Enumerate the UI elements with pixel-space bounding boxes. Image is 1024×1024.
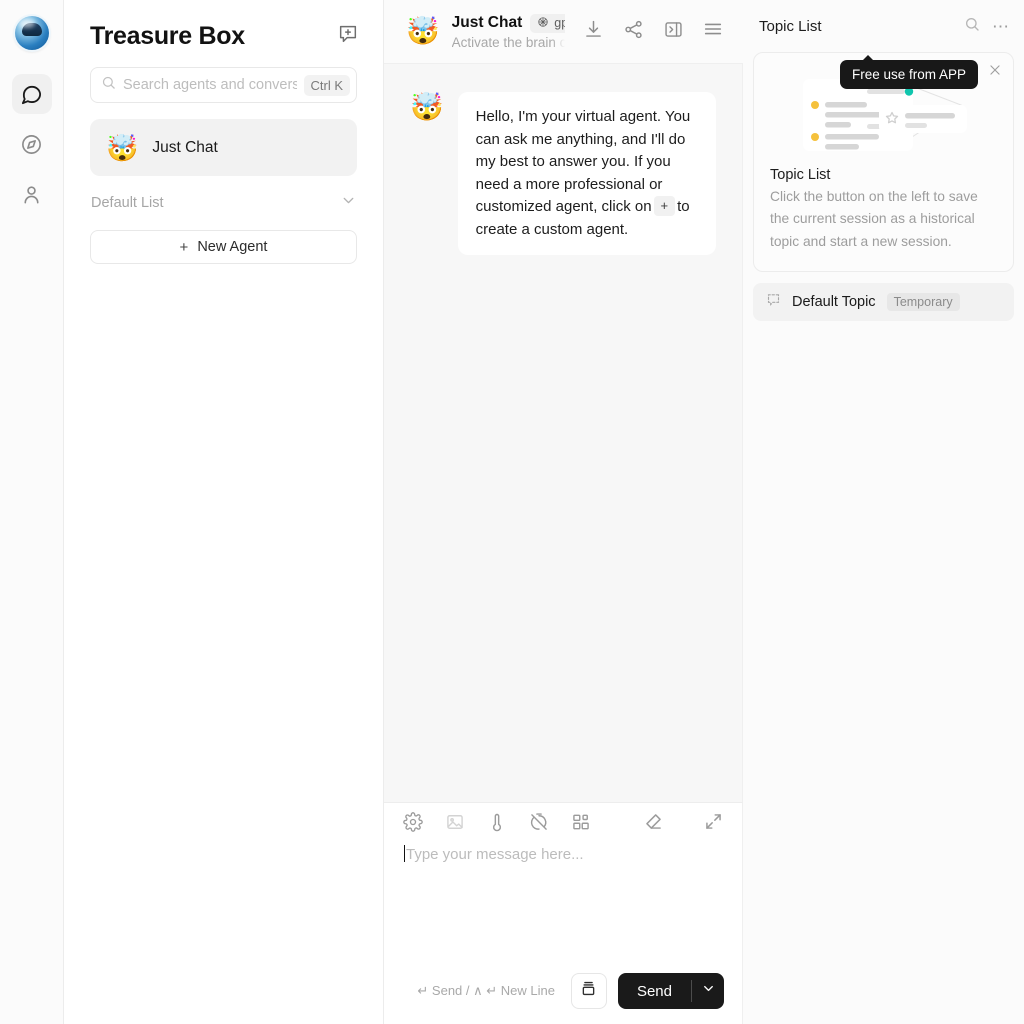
message-list: 🤯 Hello, I'm your virtual agent. You can… [384, 64, 743, 802]
composer: Type your message here... ↵ Send / ∧ ↵ N… [384, 802, 743, 1024]
share-button[interactable] [617, 16, 649, 48]
message-item: 🤯 Hello, I'm your virtual agent. You can… [410, 92, 716, 255]
agent-group-label: Default List [91, 195, 164, 211]
composer-footer: ↵ Send / ∧ ↵ New Line Send [384, 966, 742, 1024]
chevron-down-icon [701, 981, 716, 1001]
openai-model-icon [537, 16, 549, 31]
chevron-down-icon [340, 192, 357, 214]
topic-panel-header: Topic List ⋯ [743, 0, 1024, 52]
sidebar-header: Treasure Box [64, 0, 383, 67]
topic-search-button[interactable] [960, 14, 984, 38]
topic-placeholder-icon [766, 292, 781, 312]
icon-rail [0, 0, 64, 1024]
chat-header-avatar: 🤯 [406, 16, 440, 46]
promo-title: Topic List [770, 167, 831, 183]
close-icon [988, 64, 1002, 81]
clear-button[interactable] [642, 813, 664, 835]
page-title: Treasure Box [90, 22, 245, 50]
plugins-icon [571, 812, 591, 837]
history-off-button[interactable] [528, 812, 550, 837]
expand-icon [703, 811, 724, 837]
search-input[interactable] [123, 77, 297, 93]
send-hint: ↵ Send / ∧ ↵ New Line [417, 983, 555, 998]
model-badge[interactable]: gpt-3.5-turbo [530, 13, 565, 33]
temperature-icon [487, 812, 507, 837]
image-upload-icon [445, 812, 465, 837]
model-name-label: gpt-3.5-turbo [554, 16, 565, 30]
chat-header-actions [577, 16, 729, 48]
message-placeholder-text: Type your message here... [406, 846, 584, 863]
message-input-placeholder[interactable]: Type your message here... [402, 845, 724, 863]
message-bubble: Hello, I'm your virtual agent. You can a… [457, 92, 716, 255]
topic-name-label: Default Topic [792, 294, 876, 311]
menu-hamburger-icon [702, 18, 724, 45]
user-profile-icon [20, 183, 43, 206]
composer-toolbar [384, 803, 742, 845]
send-options-button[interactable] [692, 973, 724, 1009]
new-chat-button[interactable] [337, 23, 359, 50]
more-dots-icon: ⋯ [992, 16, 1010, 36]
new-agent-button[interactable]: + New Agent [90, 230, 357, 264]
agent-avatar: 🤯 [106, 132, 139, 163]
search-box[interactable]: Ctrl K [90, 67, 357, 103]
settings-button[interactable] [402, 811, 424, 837]
search-shortcut-badge: Ctrl K [303, 74, 350, 96]
chat-header: 🤯 Just Chat gpt-3.5-turbo Activate the b… [384, 0, 979, 89]
rail-item-chat[interactable] [11, 74, 52, 114]
temperature-button[interactable] [486, 813, 508, 835]
archive-box-icon [579, 979, 598, 1003]
expand-button[interactable] [702, 813, 724, 835]
app-root: Treasure Box Ctrl K 🤯 Just Chat [0, 0, 1024, 1024]
send-button-group: Send [617, 973, 724, 1009]
tooltip-free-use: Free use from APP [840, 55, 979, 89]
agent-name-label: Just Chat [152, 138, 218, 156]
chat-description: Activate the brain cluster and spark cre… [451, 34, 565, 50]
chat-title: Just Chat [451, 14, 523, 31]
topic-more-button[interactable]: ⋯ [992, 18, 1010, 35]
rail-item-profile[interactable] [12, 174, 52, 214]
save-topic-button[interactable] [570, 973, 607, 1009]
new-agent-container: + New Agent [64, 214, 383, 264]
agent-list: 🤯 Just Chat [64, 103, 383, 176]
chat-icon [20, 83, 43, 106]
menu-button[interactable] [697, 16, 729, 48]
agent-group-default-list[interactable]: Default List [64, 176, 383, 214]
download-icon [583, 19, 604, 45]
message-avatar: 🤯 [410, 92, 444, 122]
text-caret [404, 845, 405, 862]
plugins-button[interactable] [570, 813, 592, 835]
eraser-icon [643, 811, 664, 837]
search-icon [964, 16, 980, 37]
toggle-panel-button[interactable] [657, 16, 689, 48]
inline-plus-key[interactable]: + [653, 196, 676, 216]
search-container: Ctrl K [64, 67, 383, 103]
chat-panel: 🤯 Just Chat gpt-3.5-turbo Activate the b… [384, 0, 979, 1024]
history-off-icon [529, 812, 549, 837]
topic-panel: Topic List ⋯ Topic List Click the button… [743, 0, 1024, 1024]
plus-icon: + [179, 238, 189, 256]
new-chat-icon [337, 23, 359, 50]
treasure-box-logo[interactable] [14, 16, 49, 50]
topic-panel-title: Topic List [759, 17, 822, 35]
promo-close-button[interactable] [988, 63, 1002, 82]
promo-description: Click the button on the left to save the… [770, 189, 978, 249]
sidebar: Treasure Box Ctrl K 🤯 Just Chat [64, 0, 384, 1024]
agent-list-item-just-chat[interactable]: 🤯 Just Chat [90, 119, 357, 176]
discover-compass-icon [20, 133, 43, 156]
status-badge: Temporary [886, 293, 960, 312]
chat-header-meta: Just Chat gpt-3.5-turbo Activate the bra… [451, 13, 565, 50]
settings-gear-icon [403, 811, 423, 837]
message-input-area[interactable]: Type your message here... [384, 845, 742, 966]
download-button[interactable] [577, 16, 609, 48]
rail-item-discover[interactable] [12, 124, 52, 164]
search-icon [101, 75, 116, 95]
share-icon [623, 19, 644, 45]
send-button[interactable]: Send [618, 973, 691, 1009]
upload-image-button[interactable] [444, 813, 466, 835]
topic-list-item[interactable]: Default Topic Temporary [753, 283, 1014, 322]
new-agent-label: New Agent [197, 239, 268, 255]
toggle-panel-icon [663, 19, 684, 45]
